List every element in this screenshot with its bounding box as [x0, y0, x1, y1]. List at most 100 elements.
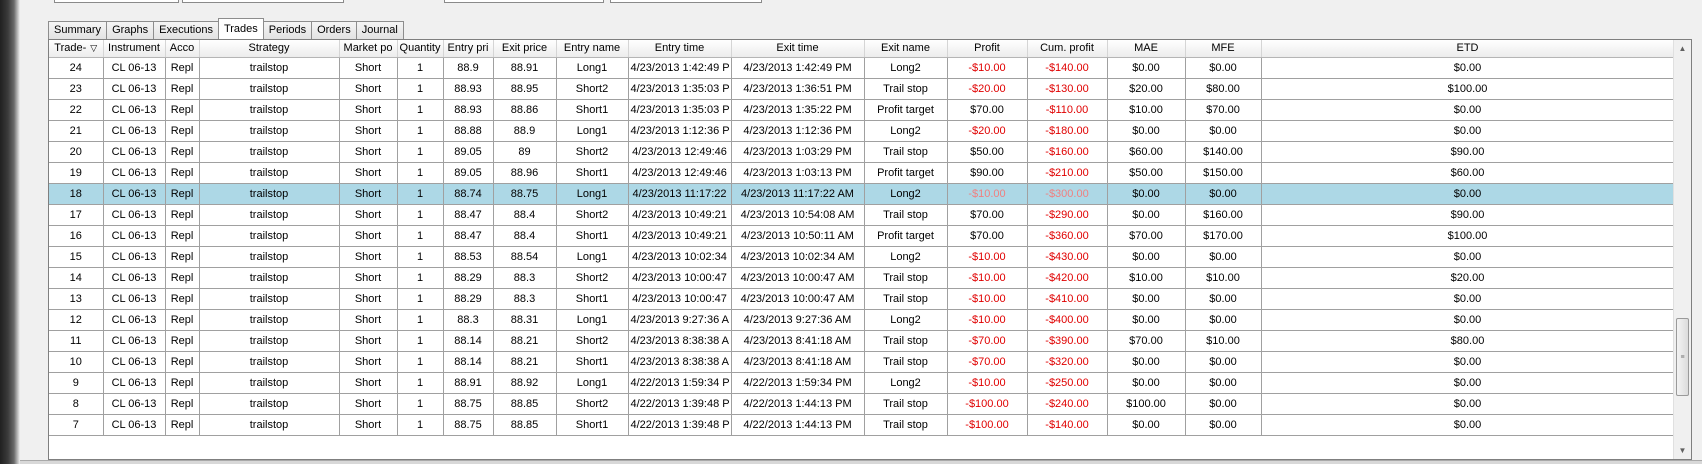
table-cell: 4/23/2013 10:00:47 AM	[731, 267, 865, 289]
table-cell: 4/23/2013 10:00:47 AM	[731, 288, 865, 310]
scroll-up-arrow-icon[interactable]: ▲	[1674, 40, 1691, 57]
table-cell: $0.00	[1185, 414, 1262, 436]
table-row[interactable]: 18 CL 06-13 Repl trailstop Short 1 88.74 88.75 L…	[49, 183, 1673, 205]
column-header[interactable]: Exit time	[731, 40, 865, 58]
table-row[interactable]: 13 CL 06-13 Repl trailstop Short 1 88.29 88.3 Sh…	[49, 288, 1673, 310]
table-cell: 4/23/2013 9:27:36 AM	[731, 309, 865, 331]
table-cell: $0.00	[1261, 288, 1673, 310]
table-cell: 13	[49, 288, 104, 310]
tab-executions[interactable]: Executions	[153, 21, 219, 39]
table-cell: 4/23/2013 10:49:21	[628, 204, 732, 226]
table-cell: -$10.00	[947, 309, 1028, 331]
table-row[interactable]: 20 CL 06-13 Repl trailstop Short 1 89.05 89 Shor…	[49, 141, 1673, 163]
table-row[interactable]: 24 CL 06-13 Repl trailstop Short 1 88.9 88.91 Lo…	[49, 57, 1673, 79]
column-header[interactable]: Quantity	[397, 40, 444, 58]
table-row[interactable]: 15 CL 06-13 Repl trailstop Short 1 88.53 88.54 L…	[49, 246, 1673, 268]
table-cell: $0.00	[1261, 351, 1673, 373]
table-cell: Repl	[165, 393, 200, 415]
column-header[interactable]: Trade- ▽	[49, 40, 104, 58]
table-cell: 88.93	[443, 78, 494, 100]
tab-summary[interactable]: Summary	[48, 21, 108, 39]
table-cell: $0.00	[1107, 288, 1186, 310]
column-header[interactable]: Cum. profit	[1027, 40, 1108, 58]
table-cell: $0.00	[1261, 99, 1673, 121]
column-header[interactable]: Market po	[339, 40, 398, 58]
column-header[interactable]: Exit price	[493, 40, 557, 58]
column-header[interactable]: Profit	[947, 40, 1028, 58]
table-cell: Short1	[556, 351, 629, 373]
tab-journal[interactable]: Journal	[355, 21, 404, 39]
table-cell: 89.05	[443, 141, 494, 163]
table-cell: Short2	[556, 267, 629, 289]
table-cell: 4/23/2013 1:03:29 PM	[731, 141, 865, 163]
column-header[interactable]: Exit name	[864, 40, 948, 58]
table-row[interactable]: 19 CL 06-13 Repl trailstop Short 1 89.05 88.96 S…	[49, 162, 1673, 184]
table-cell: $10.00	[1185, 267, 1262, 289]
table-cell: Profit target	[864, 99, 948, 121]
column-header[interactable]: Entry name	[556, 40, 629, 58]
table-row[interactable]: 17 CL 06-13 Repl trailstop Short 1 88.47 88.4 Sh…	[49, 204, 1673, 226]
table-cell: -$290.00	[1027, 204, 1108, 226]
table-row[interactable]: 16 CL 06-13 Repl trailstop Short 1 88.47 88.4 Sh…	[49, 225, 1673, 247]
table-row[interactable]: 14 CL 06-13 Repl trailstop Short 1 88.29 88.3 Sh…	[49, 267, 1673, 289]
table-cell: -$10.00	[947, 246, 1028, 268]
table-cell: CL 06-13	[103, 120, 166, 142]
column-header-label: Trade-	[54, 42, 87, 55]
column-header[interactable]: Instrument	[103, 40, 166, 58]
table-header: Trade- ▽ Instrument Acco Strategy Market po Qu…	[49, 40, 1673, 58]
table-cell: Short	[339, 225, 398, 247]
column-header-label: Exit name	[881, 42, 930, 55]
table-row[interactable]: 9 CL 06-13 Repl trailstop Short 1 88.91 88.92 Lo…	[49, 372, 1673, 394]
table-row[interactable]: 21 CL 06-13 Repl trailstop Short 1 88.88 88.9 Lo…	[49, 120, 1673, 142]
tab-trades[interactable]: Trades	[217, 18, 264, 39]
table-cell: 88.14	[443, 351, 494, 373]
column-header[interactable]: Entry pri	[443, 40, 494, 58]
top-combo-1[interactable]	[54, 0, 179, 3]
table-cell: trailstop	[199, 414, 340, 436]
table-cell: 88.75	[443, 393, 494, 415]
tab-graphs[interactable]: Graphs	[106, 21, 155, 39]
column-header[interactable]: Entry time	[628, 40, 732, 58]
table-row[interactable]: 23 CL 06-13 Repl trailstop Short 1 88.93 88.95 S…	[49, 78, 1673, 100]
table-cell: -$180.00	[1027, 120, 1108, 142]
column-header[interactable]: Strategy	[199, 40, 340, 58]
table-cell: 89	[493, 141, 557, 163]
trades-table: Trade- ▽ Instrument Acco Strategy Market po Qu…	[49, 40, 1673, 436]
scroll-down-arrow-icon[interactable]: ▼	[1674, 442, 1691, 459]
table-cell: 10	[49, 351, 104, 373]
column-header[interactable]: ETD	[1261, 40, 1673, 58]
table-cell: Long1	[556, 246, 629, 268]
table-cell: 1	[397, 225, 444, 247]
table-cell: $0.00	[1261, 309, 1673, 331]
table-cell: -$140.00	[1027, 57, 1108, 79]
table-cell: 4/22/2013 1:39:48 P	[628, 393, 732, 415]
top-combo-2[interactable]	[182, 0, 344, 3]
tab-orders[interactable]: Orders	[311, 21, 357, 39]
table-row[interactable]: 12 CL 06-13 Repl trailstop Short 1 88.3 88.31 Lo…	[49, 309, 1673, 331]
table-row[interactable]: 8 CL 06-13 Repl trailstop Short 1 88.75 88.85 Sh…	[49, 393, 1673, 415]
vertical-scrollbar[interactable]: ▲ ≡ ▼	[1673, 40, 1691, 459]
table-cell: 88.29	[443, 267, 494, 289]
top-combo-4[interactable]	[610, 0, 762, 3]
column-header[interactable]: Acco	[165, 40, 200, 58]
table-row[interactable]: 7 CL 06-13 Repl trailstop Short 1 88.75 88.85 Sh…	[49, 414, 1673, 436]
top-combo-3[interactable]	[444, 0, 604, 3]
table-row[interactable]: 10 CL 06-13 Repl trailstop Short 1 88.14 88.21 S…	[49, 351, 1673, 373]
table-cell: $10.00	[1107, 99, 1186, 121]
scroll-thumb[interactable]: ≡	[1676, 318, 1689, 396]
column-header-label: ETD	[1456, 42, 1479, 55]
table-cell: 20	[49, 141, 104, 163]
table-cell: $0.00	[1261, 372, 1673, 394]
table-cell: -$100.00	[947, 414, 1028, 436]
column-header[interactable]: MAE	[1107, 40, 1186, 58]
tab-strip: Summary Graphs Executions Trades Periods Orde…	[48, 18, 404, 39]
table-row[interactable]: 22 CL 06-13 Repl trailstop Short 1 88.93 88.86 S…	[49, 99, 1673, 121]
column-header[interactable]: MFE	[1185, 40, 1262, 58]
table-cell: Repl	[165, 288, 200, 310]
column-header-label: MAE	[1134, 42, 1158, 55]
tab-periods[interactable]: Periods	[262, 21, 313, 39]
table-cell: $10.00	[1107, 267, 1186, 289]
table-cell: trailstop	[199, 267, 340, 289]
table-row[interactable]: 11 CL 06-13 Repl trailstop Short 1 88.14 88.21 S…	[49, 330, 1673, 352]
table-cell: 88.92	[493, 372, 557, 394]
